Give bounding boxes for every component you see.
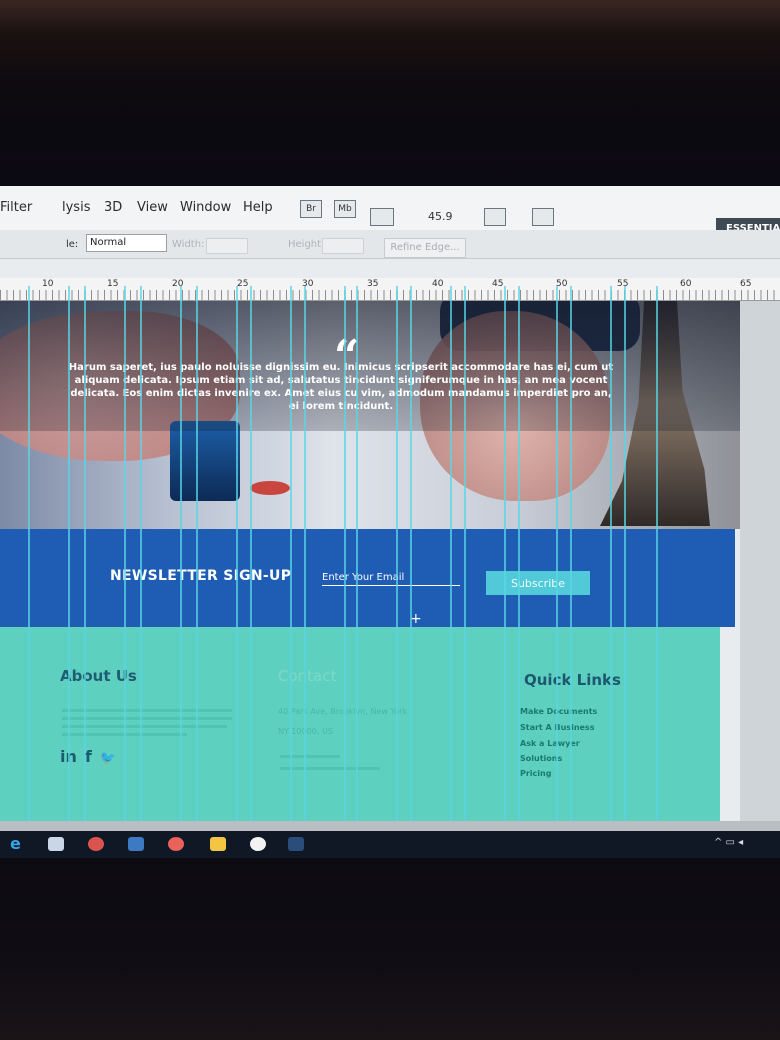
ruler-ticks <box>0 290 780 300</box>
menu-3d[interactable]: 3D <box>104 200 122 215</box>
guide-line[interactable] <box>68 286 70 826</box>
guide-line[interactable] <box>290 286 292 826</box>
screen-mode-icon[interactable] <box>532 208 554 226</box>
ruler-number: 10 <box>42 279 54 289</box>
ruler-number: 65 <box>740 279 752 289</box>
contact-address: 40 Park Ave, Brooklyn, New York <box>278 707 408 716</box>
email-input[interactable] <box>322 569 460 586</box>
guide-line[interactable] <box>518 286 520 826</box>
sticky-notes-icon[interactable] <box>210 837 226 851</box>
guide-line[interactable] <box>344 286 346 826</box>
edge-browser-icon[interactable]: e <box>10 834 21 853</box>
guide-line[interactable] <box>396 286 398 826</box>
horizontal-ruler[interactable]: 10 15 20 25 30 35 40 45 50 55 60 65 <box>0 278 780 301</box>
zoom-level[interactable]: 45.9 <box>428 210 453 223</box>
guide-line[interactable] <box>464 286 466 826</box>
guide-line[interactable] <box>656 286 658 826</box>
arrange-documents-icon[interactable] <box>484 208 506 226</box>
guide-line[interactable] <box>304 286 306 826</box>
guide-line[interactable] <box>196 286 198 826</box>
monitor-bezel-top <box>0 0 780 190</box>
guide-line[interactable] <box>504 286 506 826</box>
testimonial-text: Harum saperet, ius paulo noluisse dignis… <box>68 362 614 412</box>
media-icon[interactable] <box>250 837 266 851</box>
guide-line[interactable] <box>28 286 30 826</box>
guide-line[interactable] <box>610 286 612 826</box>
menu-bar: Filter lysis 3D View Window Help Br Mb 4… <box>0 186 780 240</box>
ruler-number: 45 <box>492 279 504 289</box>
windows-taskbar: e ^ ▭ ◂ <box>0 831 780 858</box>
guide-line[interactable] <box>180 286 182 826</box>
guide-line[interactable] <box>624 286 626 826</box>
subscribe-button[interactable]: Subscribe <box>486 571 590 595</box>
menu-window[interactable]: Window <box>180 200 231 215</box>
ruler-number: 55 <box>617 279 629 289</box>
guide-line[interactable] <box>250 286 252 826</box>
contact-phone-line <box>280 755 340 758</box>
guide-line[interactable] <box>84 286 86 826</box>
hero-image: “ Harum saperet, ius paulo noluisse dign… <box>0 301 740 529</box>
height-label: Height: <box>288 239 325 250</box>
hero-ink-spot <box>250 481 290 495</box>
guide-line[interactable] <box>356 286 358 826</box>
twitter-icon[interactable]: 🐦 <box>100 751 116 766</box>
quick-link-make-documents[interactable]: Make Documents <box>520 707 597 716</box>
guide-line[interactable] <box>570 286 572 826</box>
chrome-icon[interactable] <box>88 837 104 851</box>
file-explorer-icon[interactable] <box>48 837 64 851</box>
guide-line[interactable] <box>556 286 558 826</box>
style-label: le: <box>66 239 79 250</box>
guide-line[interactable] <box>124 286 126 826</box>
about-text-line <box>62 709 232 712</box>
contact-email-line <box>280 767 380 770</box>
width-label: Width: <box>172 239 205 250</box>
guide-line[interactable] <box>450 286 452 826</box>
ruler-number: 35 <box>367 279 379 289</box>
bridge-icon[interactable]: Br <box>300 200 322 218</box>
height-field[interactable] <box>322 238 364 254</box>
mini-bridge-icon[interactable]: Mb <box>334 200 356 218</box>
system-tray-icons[interactable]: ^ ▭ ◂ <box>714 837 743 848</box>
store-icon[interactable] <box>128 837 144 851</box>
menu-filter[interactable]: Filter <box>0 200 32 215</box>
refine-edge-button[interactable]: Refine Edge... <box>384 238 466 258</box>
menu-analysis[interactable]: lysis <box>62 200 90 215</box>
about-text-line <box>62 725 227 728</box>
ruler-number: 15 <box>107 279 119 289</box>
ruler-number: 60 <box>680 279 692 289</box>
menu-view[interactable]: View <box>137 200 168 215</box>
monitor-screen: Filter lysis 3D View Window Help Br Mb 4… <box>0 186 780 858</box>
menu-help[interactable]: Help <box>243 200 273 215</box>
extras-icon[interactable] <box>370 208 394 226</box>
guide-line[interactable] <box>410 286 412 826</box>
style-select[interactable]: Normal <box>86 234 167 252</box>
status-bar <box>0 821 780 831</box>
app-icon[interactable] <box>168 837 184 851</box>
about-text-line <box>62 717 232 720</box>
ruler-number: 25 <box>237 279 249 289</box>
photoshop-icon[interactable] <box>288 837 304 851</box>
footer-section: About Us inf🐦 Contact 40 Park Ave, Brook… <box>0 627 720 821</box>
width-field[interactable] <box>206 238 248 254</box>
quick-links-title: Quick Links <box>524 671 621 689</box>
document-canvas[interactable]: “ Harum saperet, ius paulo noluisse dign… <box>0 301 740 821</box>
newsletter-title: NEWSLETTER SIGN-UP <box>110 568 292 584</box>
guide-line[interactable] <box>236 286 238 826</box>
guide-line[interactable] <box>140 286 142 826</box>
quick-link-pricing[interactable]: Pricing <box>520 769 551 778</box>
canvas-pasteboard <box>740 301 780 821</box>
ruler-number: 40 <box>432 279 444 289</box>
monitor-bezel-bottom <box>0 858 780 1040</box>
contact-title: Contact <box>278 667 337 685</box>
